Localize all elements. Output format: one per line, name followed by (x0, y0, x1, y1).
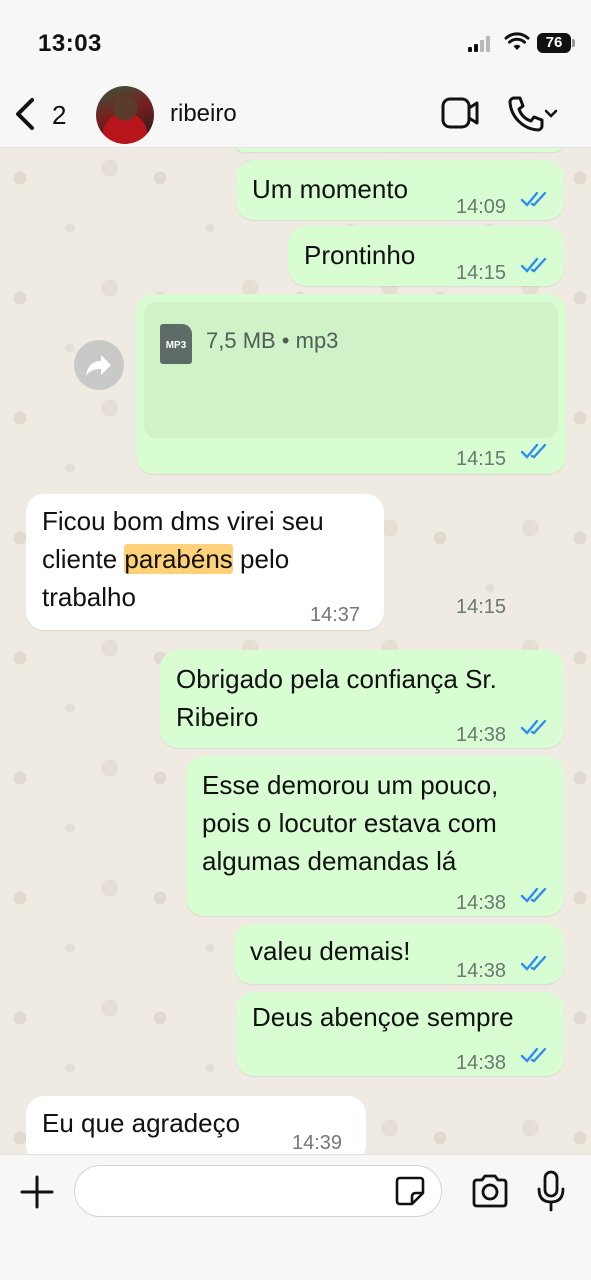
message-text: Obrigado pela confiança Sr. Ribeiro (176, 664, 497, 732)
double-check-icon (520, 191, 547, 207)
message-text: Deus abençoe sempre (252, 1002, 514, 1032)
video-call-icon[interactable] (440, 96, 480, 132)
forward-button[interactable] (74, 340, 124, 390)
message-text: Eu que agradeço (42, 1108, 241, 1138)
message-time: 14:39 (292, 1132, 343, 1154)
message-time: 14:38 (456, 892, 507, 914)
message-input[interactable] (74, 1165, 442, 1217)
double-check-icon (520, 1047, 547, 1063)
message-text: valeu demais! (250, 936, 411, 966)
double-check-icon (520, 719, 547, 735)
message-bubble[interactable] (234, 148, 564, 152)
chat-area[interactable]: Um momento 14:09 Prontinho 14:15 MP3 7,5… (0, 148, 591, 1154)
status-time: 13:03 (38, 30, 102, 57)
contact-name[interactable]: ribeiro (170, 100, 237, 128)
plus-icon[interactable] (18, 1173, 56, 1211)
sticker-icon[interactable] (394, 1175, 426, 1207)
message-bubble[interactable]: Eu que agradeço 14:39 (26, 1096, 366, 1154)
double-check-icon (520, 887, 547, 903)
status-bar: 13:03 76 (0, 0, 591, 82)
forward-icon (86, 355, 111, 376)
back-chevron-icon (16, 98, 34, 130)
message-bubble[interactable]: valeu demais! 14:38 (234, 924, 564, 984)
battery-indicator: 76 (537, 33, 571, 53)
double-check-icon (520, 257, 547, 273)
unread-count: 2 (52, 100, 67, 130)
message-time: 14:38 (456, 1052, 507, 1074)
message-bubble[interactable]: Ficou bom dms virei seu cliente parabéns… (26, 494, 384, 630)
file-meta: 7,5 MB • mp3 (206, 328, 339, 353)
file-icon: MP3 (160, 324, 192, 364)
phone-icon (508, 96, 558, 132)
double-check-icon (520, 443, 547, 459)
message-bubble[interactable]: Esse demorou um pouco, pois o locutor es… (186, 756, 564, 916)
wifi-icon (504, 32, 530, 50)
file-attachment[interactable]: MP3 7,5 MB • mp3 (144, 302, 558, 438)
contact-avatar[interactable] (96, 86, 154, 144)
message-time: 14:15 (456, 262, 507, 284)
message-time: 14:09 (456, 196, 507, 218)
message-text: Ficou bom dms virei seu cliente parabéns… (42, 502, 324, 616)
voice-call-button[interactable] (506, 94, 562, 139)
search-highlight: parabéns (124, 544, 233, 574)
chat-header: 2 ribeiro (0, 82, 591, 148)
message-bubble[interactable]: Obrigado pela confiança Sr. Ribeiro 14:3… (160, 650, 564, 748)
microphone-icon[interactable] (536, 1169, 566, 1213)
message-bubble[interactable]: Prontinho 14:15 (288, 226, 564, 286)
camera-icon[interactable] (470, 1173, 510, 1209)
back-button[interactable]: 2 (12, 94, 76, 134)
message-text: Um momento (252, 174, 409, 204)
message-text: Esse demorou um pouco, pois o locutor es… (202, 770, 499, 876)
message-text: Prontinho (304, 240, 416, 270)
battery-cap (572, 39, 575, 47)
message-time: 14:15 (456, 596, 507, 618)
message-time: 14:38 (456, 960, 507, 982)
double-check-icon (520, 955, 547, 971)
signal-icon (468, 36, 494, 52)
message-time: 14:37 (310, 604, 361, 626)
message-time: 14:15 (456, 448, 507, 470)
message-bubble[interactable]: Deus abençoe sempre 14:38 (236, 992, 564, 1076)
file-message-bubble[interactable]: MP3 7,5 MB • mp3 14:15 14:15 (136, 294, 566, 618)
input-bar (0, 1154, 591, 1280)
message-time: 14:38 (456, 724, 507, 746)
message-bubble[interactable]: Um momento 14:09 (236, 160, 564, 220)
